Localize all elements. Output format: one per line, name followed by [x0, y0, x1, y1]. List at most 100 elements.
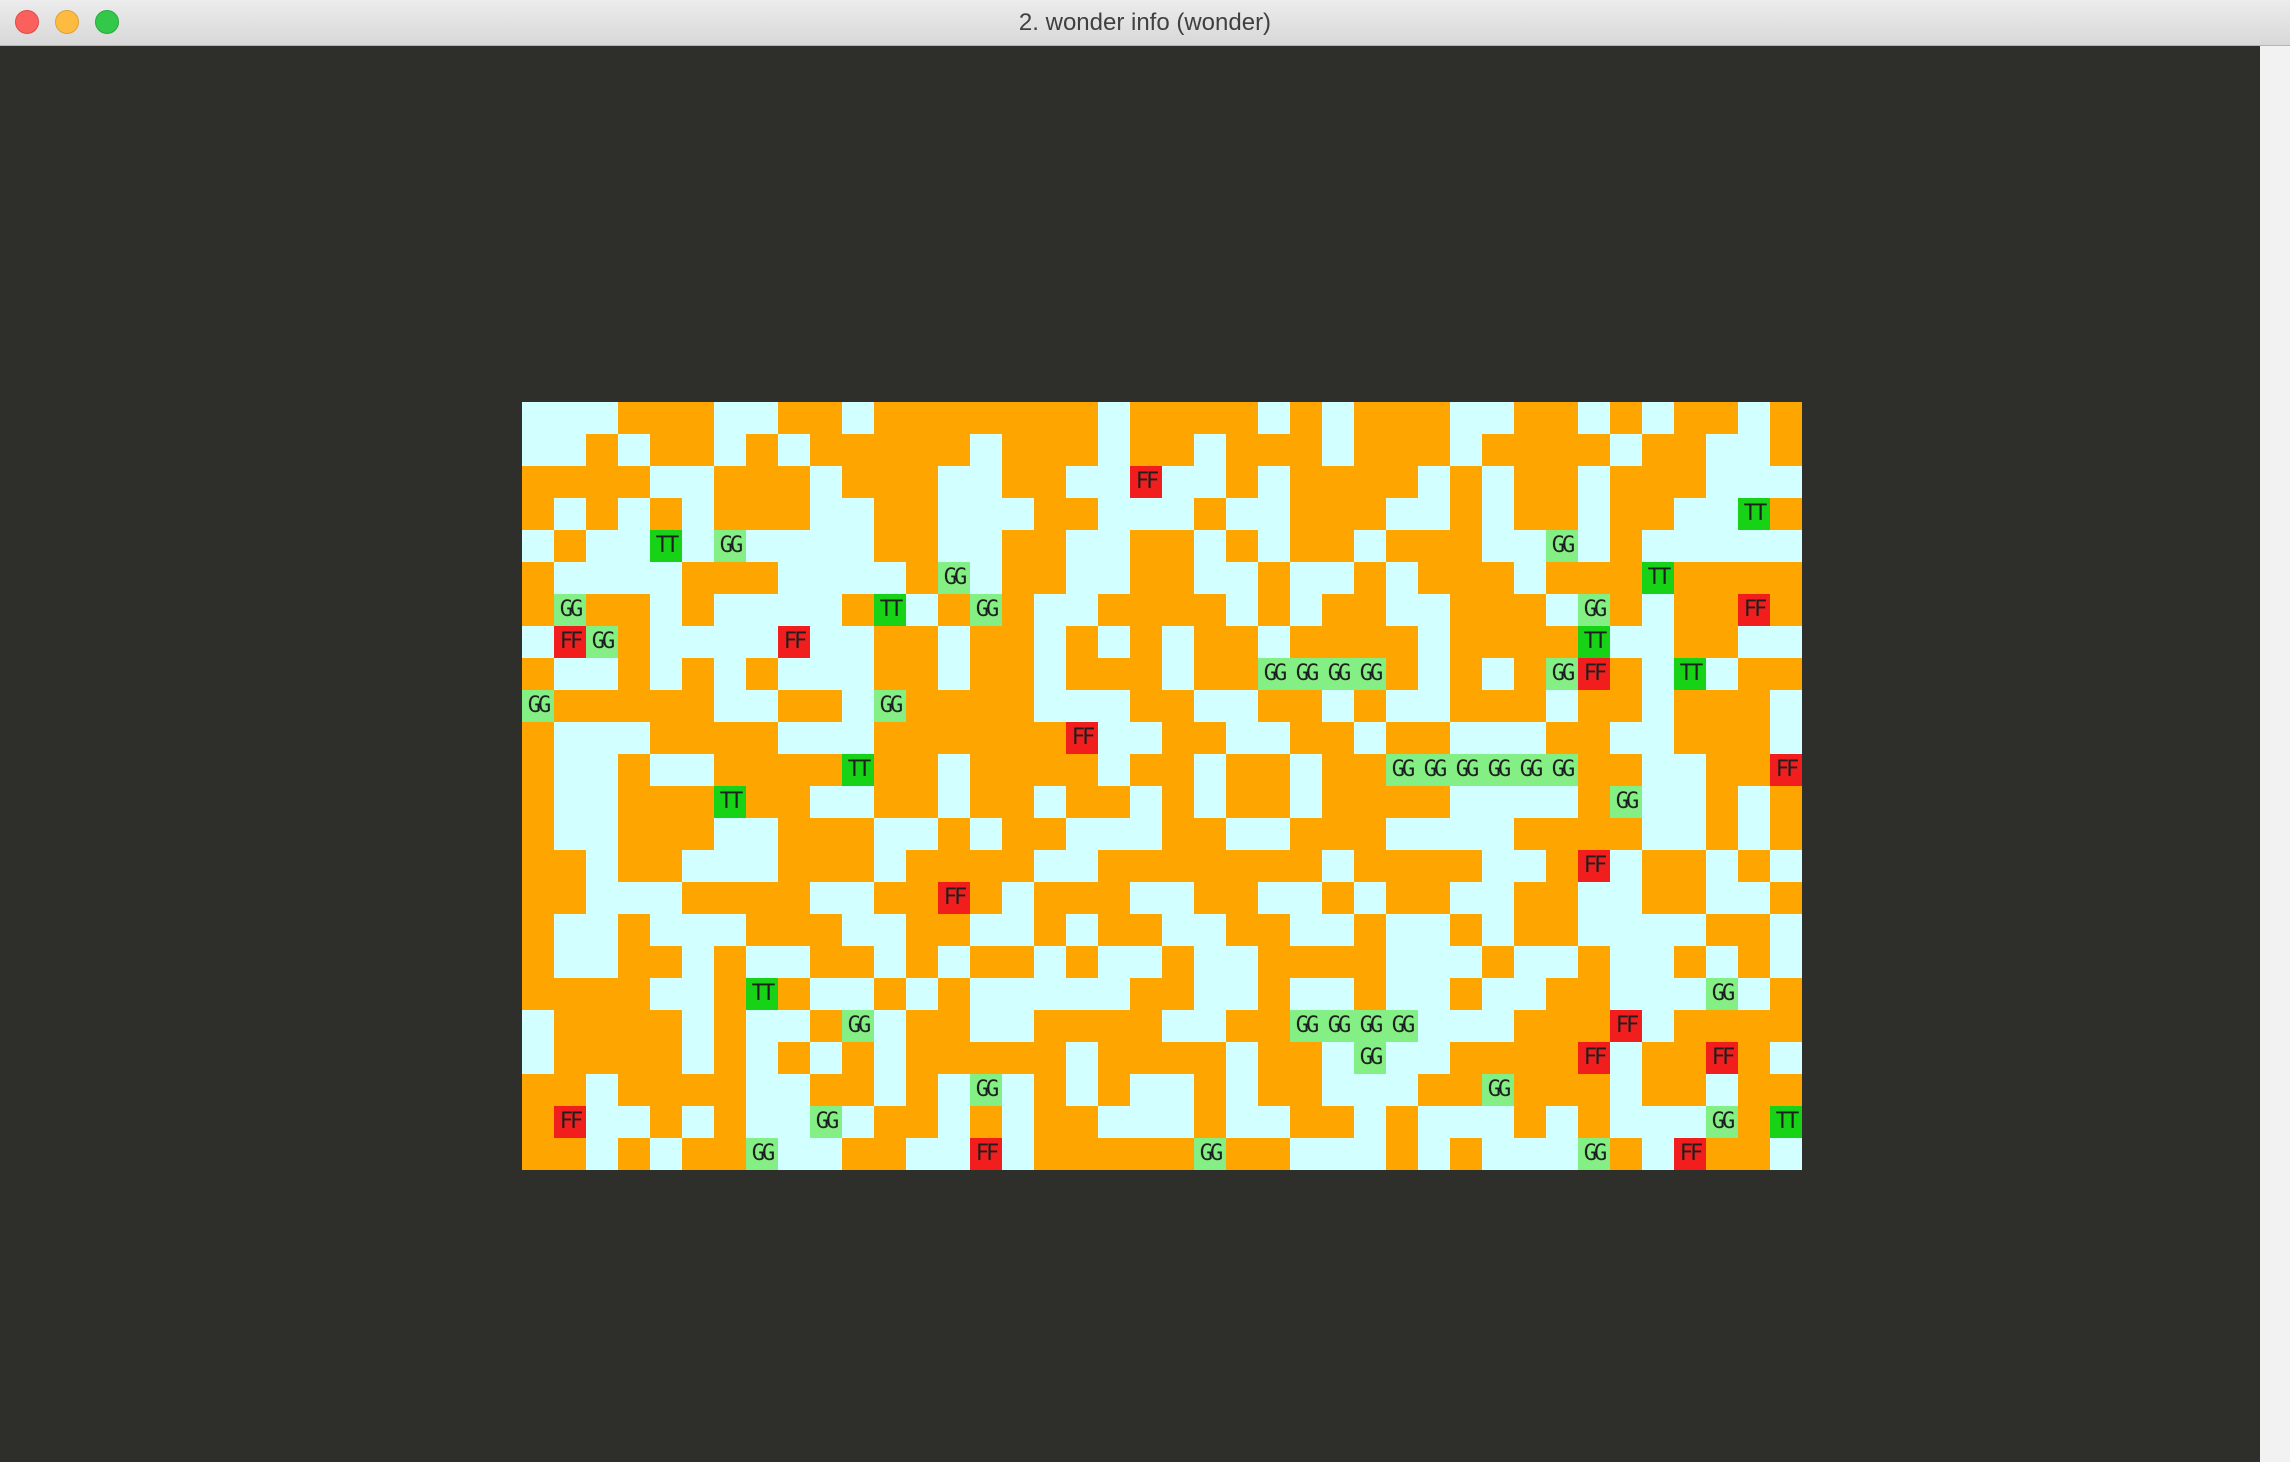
land-cell	[1578, 434, 1610, 466]
land-cell	[1706, 754, 1738, 786]
land-cell	[1450, 594, 1482, 626]
land-cell	[1674, 1042, 1706, 1074]
land-cell	[1706, 626, 1738, 658]
water-cell	[1386, 594, 1418, 626]
water-cell	[522, 434, 554, 466]
grass-tile: GG	[1546, 658, 1578, 690]
land-cell	[1194, 1042, 1226, 1074]
land-cell	[810, 754, 842, 786]
water-cell	[1578, 530, 1610, 562]
water-cell	[1418, 1106, 1450, 1138]
land-cell	[586, 434, 618, 466]
land-cell	[1034, 1106, 1066, 1138]
water-cell	[1322, 914, 1354, 946]
land-cell	[1322, 498, 1354, 530]
water-cell	[938, 1106, 970, 1138]
water-cell	[554, 434, 586, 466]
land-cell	[970, 882, 1002, 914]
land-cell	[970, 786, 1002, 818]
land-cell	[1258, 914, 1290, 946]
land-cell	[1386, 658, 1418, 690]
land-cell	[1450, 658, 1482, 690]
water-cell	[1578, 402, 1610, 434]
water-cell	[906, 1138, 938, 1170]
water-cell	[1226, 690, 1258, 722]
water-cell	[970, 466, 1002, 498]
tree-tile: TT	[842, 754, 874, 786]
water-cell	[1546, 690, 1578, 722]
water-cell	[778, 658, 810, 690]
water-cell	[1482, 658, 1514, 690]
land-cell	[970, 850, 1002, 882]
land-cell	[1674, 690, 1706, 722]
land-cell	[1674, 1010, 1706, 1042]
land-cell	[778, 818, 810, 850]
water-cell	[874, 562, 906, 594]
land-cell	[714, 466, 746, 498]
land-cell	[682, 434, 714, 466]
water-cell	[1098, 562, 1130, 594]
land-cell	[1674, 402, 1706, 434]
water-cell	[1194, 786, 1226, 818]
water-cell	[1034, 626, 1066, 658]
land-cell	[970, 946, 1002, 978]
land-cell	[586, 498, 618, 530]
water-cell	[1130, 722, 1162, 754]
land-cell	[906, 658, 938, 690]
land-cell	[1098, 1010, 1130, 1042]
grass-tile: GG	[1578, 594, 1610, 626]
land-cell	[682, 1138, 714, 1170]
water-cell	[1258, 1106, 1290, 1138]
land-cell	[970, 658, 1002, 690]
tree-tile: TT	[650, 530, 682, 562]
land-cell	[1578, 978, 1610, 1010]
water-cell	[682, 626, 714, 658]
land-cell	[1770, 594, 1802, 626]
water-cell	[1290, 978, 1322, 1010]
water-cell	[746, 594, 778, 626]
water-cell	[938, 1138, 970, 1170]
grass-tile: GG	[810, 1106, 842, 1138]
land-cell	[1578, 818, 1610, 850]
water-cell	[1194, 754, 1226, 786]
title-bar[interactable]: 2. wonder info (wonder)	[0, 0, 2290, 46]
water-cell	[810, 466, 842, 498]
water-cell	[1642, 1106, 1674, 1138]
land-cell	[1450, 562, 1482, 594]
water-cell	[1450, 786, 1482, 818]
land-cell	[1098, 882, 1130, 914]
land-cell	[1610, 562, 1642, 594]
land-cell	[938, 978, 970, 1010]
land-cell	[810, 402, 842, 434]
land-cell	[1066, 434, 1098, 466]
land-cell	[1482, 690, 1514, 722]
water-cell	[842, 690, 874, 722]
land-cell	[1226, 754, 1258, 786]
water-cell	[1642, 1138, 1674, 1170]
land-cell	[1322, 818, 1354, 850]
land-cell	[1290, 466, 1322, 498]
land-cell	[1770, 402, 1802, 434]
water-cell	[522, 530, 554, 562]
land-cell	[1546, 1010, 1578, 1042]
land-cell	[682, 722, 714, 754]
land-cell	[810, 818, 842, 850]
water-cell	[970, 818, 1002, 850]
fire-tile: FF	[1066, 722, 1098, 754]
land-cell	[1610, 466, 1642, 498]
water-cell	[586, 882, 618, 914]
land-cell	[714, 562, 746, 594]
land-cell	[1322, 754, 1354, 786]
land-cell	[618, 658, 650, 690]
land-cell	[650, 946, 682, 978]
land-cell	[522, 754, 554, 786]
water-cell	[1226, 594, 1258, 626]
water-cell	[1098, 626, 1130, 658]
water-cell	[1386, 946, 1418, 978]
land-cell	[682, 658, 714, 690]
land-cell	[1290, 722, 1322, 754]
land-cell	[1610, 402, 1642, 434]
water-cell	[1418, 818, 1450, 850]
land-cell	[1098, 850, 1130, 882]
water-cell	[746, 530, 778, 562]
